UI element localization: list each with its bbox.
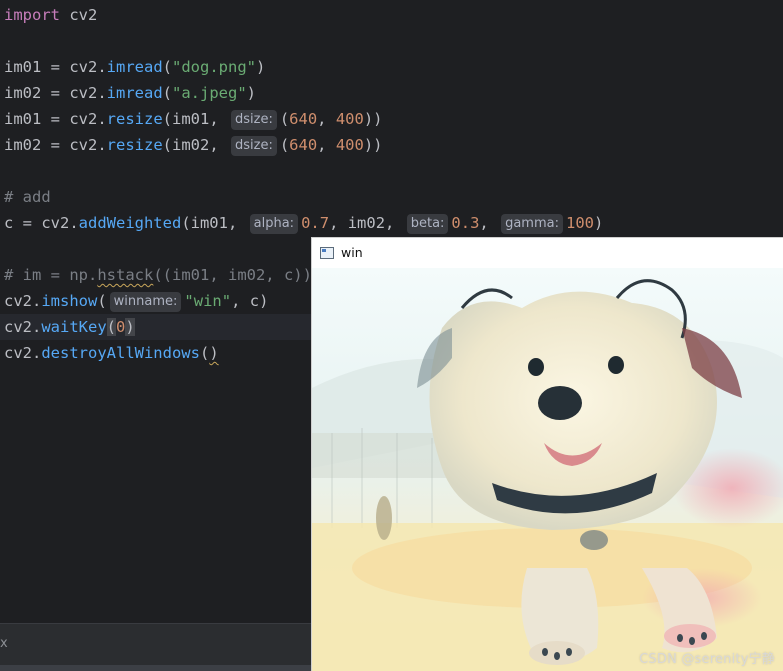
code-text: , [317,110,336,128]
code-text: ) [256,58,266,76]
opencv-window[interactable]: win CSDN @serenity宁静 [312,238,783,671]
code-text-warning: ) [209,344,219,362]
code-text: ( [162,84,172,102]
code-text: (im01, [181,214,247,232]
inlay-hint-dsize: dsize: [230,136,277,156]
function-name: imread [106,58,163,76]
code-text: im01 = cv2. [4,110,107,128]
code-text: cv2. [4,318,42,336]
code-line-4[interactable]: im02 = cv2.imread("a.jpeg") [4,80,256,106]
code-text: im02 = cv2. [4,84,107,102]
code-text: ( [162,58,172,76]
inlay-hint-winname: winname: [109,292,182,312]
string-literal: "a.jpeg" [172,84,247,102]
inlay-hint-gamma: gamma: [501,214,563,234]
number-literal: 0 [116,318,126,336]
code-text: ( [97,292,107,310]
code-text: ( [279,110,290,128]
number-literal: 0.7 [301,214,330,232]
code-text: cv2 [60,6,98,24]
window-title: win [341,245,363,260]
string-literal: "dog.png" [172,58,256,76]
code-text: cv2. [4,292,42,310]
code-text: , [479,214,499,232]
function-name: addWeighted [78,214,182,232]
comment: # im = np. [4,266,98,284]
status-bar [0,665,313,671]
function-name: imshow [41,292,98,310]
code-text: c = cv2. [4,214,79,232]
blended-image: CSDN @serenity宁静 [312,268,783,671]
code-text: ( [199,344,210,362]
code-text: im02 = cv2. [4,136,107,154]
inlay-hint-dsize: dsize: [230,110,277,130]
number-literal: 400 [335,136,364,154]
code-line-3[interactable]: im01 = cv2.imread("dog.png") [4,54,265,80]
code-text: )) [363,136,383,154]
function-name: destroyAllWindows [41,344,200,362]
number-literal: 640 [289,136,318,154]
comment-typo-word: hstack [97,266,154,284]
code-text: (im02, [162,136,228,154]
code-text: , [317,136,336,154]
code-text: , im02, [329,214,404,232]
code-line-14[interactable]: cv2.destroyAllWindows() [4,340,219,366]
dog-image [312,268,783,671]
code-line-12[interactable]: cv2.imshow(winname: "win", c) [4,288,268,314]
window-titlebar[interactable]: win [312,238,783,268]
inlay-hint-alpha: alpha: [249,214,299,234]
code-line-5[interactable]: im01 = cv2.resize(im01, dsize: (640, 400)… [4,106,383,132]
close-icon[interactable]: x [0,636,8,651]
code-line-1[interactable]: import cv2 [4,2,97,28]
code-line-9[interactable]: c = cv2.addWeighted(im01, alpha: 0.7, im0… [4,210,603,236]
code-line-6[interactable]: im02 = cv2.resize(im02, dsize: (640, 400)… [4,132,383,158]
comment: # add [4,188,51,206]
code-text: , c) [231,292,269,310]
bottom-tool-panel [0,623,313,666]
code-text: cv2. [4,344,42,362]
number-literal: 400 [335,110,364,128]
bracket-match: ( [106,318,116,336]
function-name: resize [106,110,163,128]
string-literal: "win" [184,292,232,310]
code-text: ) [594,214,604,232]
function-name: waitKey [41,318,107,336]
code-text: )) [363,110,383,128]
code-text: ) [246,84,256,102]
bracket-match: ) [125,318,135,336]
inlay-hint-beta: beta: [406,214,449,234]
code-line-11[interactable]: # im = np.hstack((im01, im02, c)) [4,262,312,288]
function-name: resize [106,136,163,154]
code-line-13-current[interactable]: cv2.waitKey(0) [0,314,312,340]
csdn-watermark: CSDN @serenity宁静 [639,652,775,667]
comment: ((im01, im02, c)) [153,266,312,284]
code-text: ( [279,136,290,154]
code-text: im01 = cv2. [4,58,107,76]
number-literal: 0.3 [451,214,480,232]
number-literal: 100 [566,214,594,232]
code-line-8[interactable]: # add [4,184,51,210]
window-app-icon [320,247,334,259]
function-name: imread [106,84,163,102]
code-text: (im01, [162,110,228,128]
keyword-import: import [4,6,60,24]
number-literal: 640 [289,110,318,128]
